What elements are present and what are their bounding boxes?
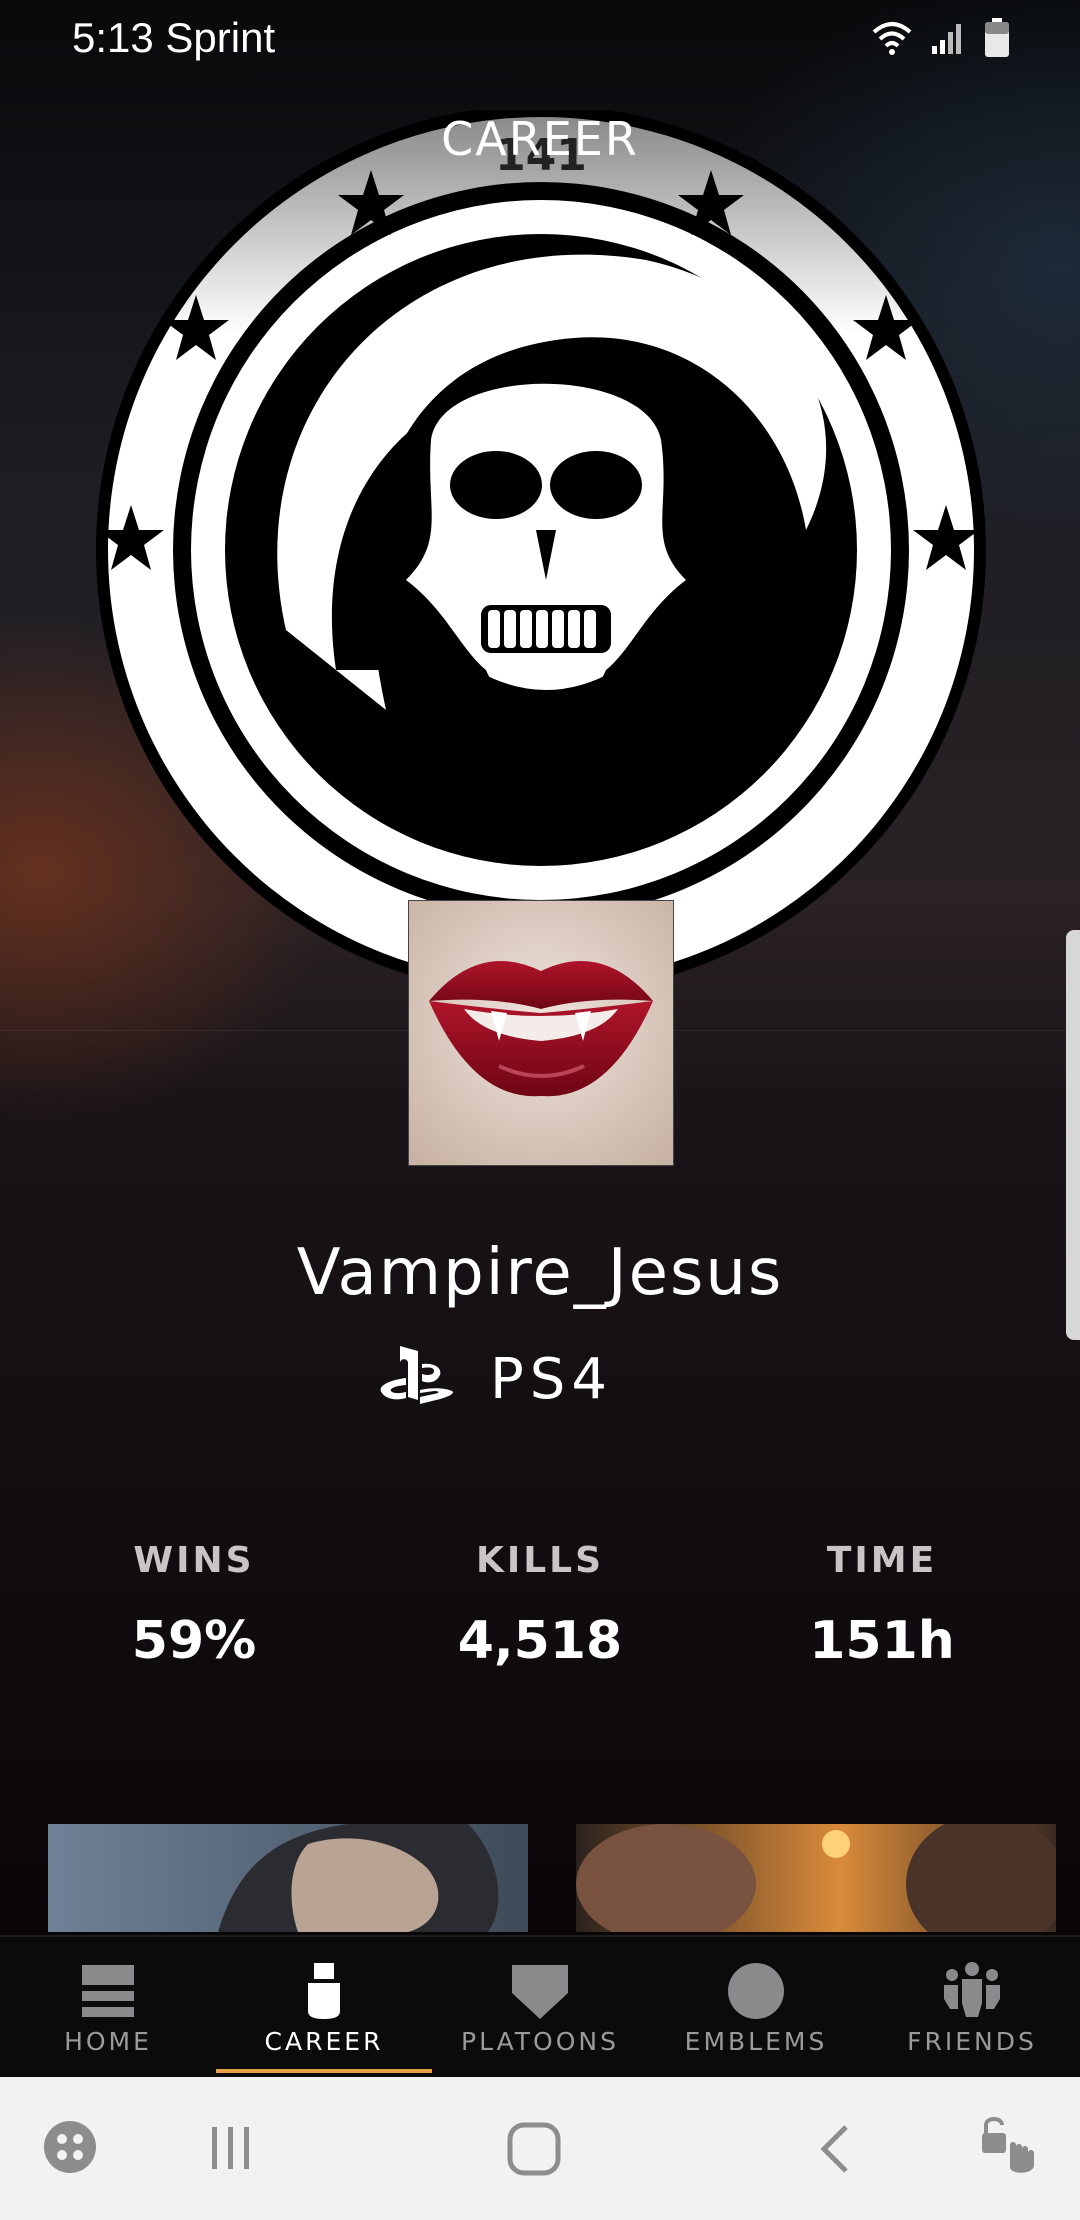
- stat-label: TIME: [826, 1540, 938, 1581]
- stat-value: 59%: [131, 1611, 257, 1671]
- news-card-1-image: [48, 1824, 528, 1932]
- tab-emblems[interactable]: EMBLEMS: [648, 1937, 864, 2077]
- news-card-2[interactable]: [576, 1824, 1056, 1932]
- scroll-handle[interactable]: [1066, 930, 1080, 1340]
- gamer-tag: Vampire_Jesus: [296, 1236, 784, 1310]
- stat-value: 4,518: [457, 1611, 623, 1671]
- game-launcher-icon[interactable]: [42, 2119, 98, 2175]
- wifi-icon: [872, 22, 912, 55]
- home-icon: [82, 1965, 134, 2017]
- unlock-touch-icon[interactable]: [976, 2115, 1040, 2179]
- tab-label: EMBLEMS: [684, 2027, 828, 2056]
- tab-platoons[interactable]: PLATOONS: [432, 1937, 648, 2077]
- signal-icon: [932, 24, 961, 54]
- tab-label: FRIENDS: [907, 2027, 1037, 2056]
- career-icon: [308, 1963, 340, 2019]
- stat-time: TIME 151h: [722, 1540, 1042, 1671]
- platoons-icon: [512, 1965, 568, 2019]
- page-title: CAREER: [441, 112, 639, 166]
- avatar: [408, 900, 674, 1166]
- news-card-2-image: [576, 1824, 1056, 1932]
- platoon-emblem: 141: [96, 110, 986, 990]
- stat-wins: WINS 59%: [34, 1540, 354, 1671]
- battery-icon: [985, 18, 1009, 57]
- tab-home[interactable]: HOME: [0, 1937, 216, 2077]
- news-card-1[interactable]: [48, 1824, 528, 1932]
- tab-friends[interactable]: FRIENDS: [864, 1937, 1080, 2077]
- stat-label: KILLS: [475, 1540, 605, 1581]
- active-tab-indicator: [216, 2069, 432, 2073]
- status-icons: [872, 14, 1010, 62]
- emblems-icon: [728, 1963, 784, 2019]
- stat-label: WINS: [133, 1540, 255, 1581]
- status-time-carrier: 5:13 Sprint: [72, 14, 276, 61]
- recent-apps-icon[interactable]: [206, 2123, 256, 2173]
- back-icon[interactable]: [816, 2123, 856, 2175]
- system-nav-bar: [0, 2077, 1080, 2220]
- tab-label: PLATOONS: [461, 2027, 619, 2056]
- status-bar: 5:13 Sprint: [0, 0, 1080, 76]
- tab-label: HOME: [64, 2027, 152, 2056]
- tab-career[interactable]: CAREER: [216, 1937, 432, 2077]
- ps4-logo: PS4: [380, 1346, 613, 1412]
- bottom-tab-bar: HOME CAREER PLATOONS EMBLEMS FRIENDS: [0, 1935, 1080, 2077]
- stat-kills: KILLS 4,518: [380, 1540, 700, 1671]
- stat-value: 151h: [809, 1611, 955, 1671]
- friends-icon: [944, 1962, 1000, 2017]
- platform-text: PS4: [490, 1347, 613, 1412]
- tab-label: CAREER: [264, 2027, 384, 2056]
- home-nav-icon[interactable]: [506, 2121, 562, 2177]
